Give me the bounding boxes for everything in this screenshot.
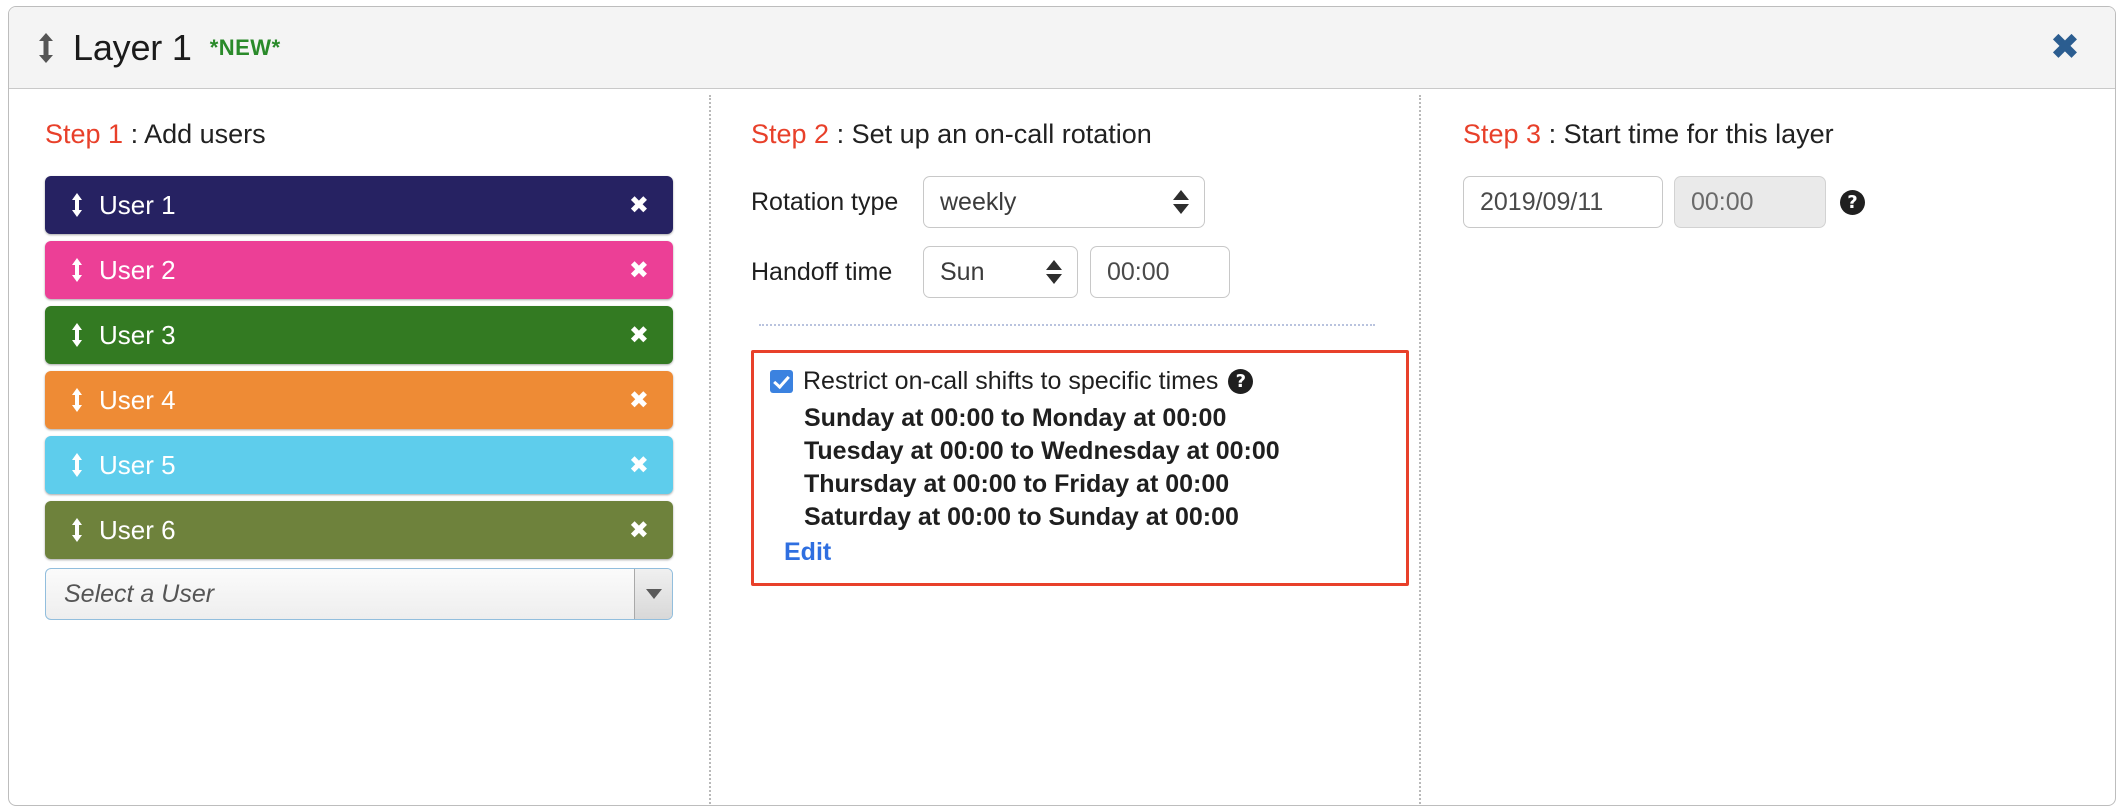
step3-number: Step 3	[1463, 119, 1542, 149]
drag-handle-icon[interactable]	[69, 452, 85, 478]
layer-new-badge: *NEW*	[209, 34, 281, 60]
rotation-type-select[interactable]: weekly	[923, 176, 1205, 228]
layer-title: Layer 1	[73, 26, 192, 68]
step3-column: Step 3 : Start time for this layer ?	[1421, 89, 2115, 805]
step1-number: Step 1	[45, 119, 124, 149]
user-chip-label: User 4	[99, 384, 176, 415]
remove-user-icon[interactable]: ✖	[627, 189, 651, 221]
step1-separator: :	[123, 119, 145, 149]
step3-separator: :	[1541, 119, 1564, 149]
spinner-arrows-icon	[1046, 260, 1062, 284]
start-date-input[interactable]	[1463, 176, 1663, 228]
help-icon[interactable]: ?	[1840, 189, 1865, 215]
step3-heading: Step 3 : Start time for this layer	[1463, 119, 2079, 150]
edit-restrictions-link[interactable]: Edit	[784, 538, 831, 567]
user-chip[interactable]: User 5 ✖	[45, 436, 673, 494]
handoff-time-input[interactable]	[1090, 246, 1230, 298]
select-user-placeholder: Select a User	[64, 579, 215, 608]
restrict-shifts-header: Restrict on-call shifts to specific time…	[770, 367, 1388, 396]
remove-user-icon[interactable]: ✖	[627, 449, 651, 481]
user-chip[interactable]: User 6 ✖	[45, 501, 673, 559]
section-divider	[759, 324, 1375, 326]
handoff-time-row: Handoff time Sun	[751, 246, 1383, 298]
user-chip-label: User 6	[99, 514, 176, 545]
step2-column: Step 2 : Set up an on-call rotation Rota…	[711, 89, 1419, 805]
handoff-day-value: Sun	[940, 257, 985, 286]
layer-drag-handle-icon[interactable]	[35, 31, 57, 65]
drag-handle-icon[interactable]	[69, 257, 85, 283]
start-time-row: ?	[1463, 176, 2079, 228]
step1-heading: Step 1 : Add users	[45, 119, 673, 150]
drag-handle-icon[interactable]	[69, 322, 85, 348]
restriction-item: Saturday at 00:00 to Sunday at 00:00	[804, 503, 1239, 531]
select-user-dropdown[interactable]: Select a User	[45, 568, 673, 620]
remove-user-icon[interactable]: ✖	[627, 319, 651, 351]
user-chip[interactable]: User 3 ✖	[45, 306, 673, 364]
chevron-down-icon[interactable]	[634, 569, 672, 619]
restriction-item: Sunday at 00:00 to Monday at 00:00	[804, 404, 1227, 432]
user-list: User 1 ✖ User 2 ✖ User 3 ✖ User 4 ✖ User…	[45, 176, 673, 559]
remove-user-icon[interactable]: ✖	[627, 384, 651, 416]
drag-handle-icon[interactable]	[69, 192, 85, 218]
step2-heading: Step 2 : Set up an on-call rotation	[751, 119, 1383, 150]
user-chip-label: User 5	[99, 449, 176, 480]
rotation-type-value: weekly	[940, 187, 1017, 216]
step1-column: Step 1 : Add users User 1 ✖ User 2 ✖ Use…	[9, 89, 709, 805]
panel-body: Step 1 : Add users User 1 ✖ User 2 ✖ Use…	[9, 89, 2115, 805]
step2-number: Step 2	[751, 119, 830, 149]
user-chip[interactable]: User 2 ✖	[45, 241, 673, 299]
restrict-shifts-box: Restrict on-call shifts to specific time…	[751, 350, 1409, 586]
help-icon[interactable]: ?	[1228, 369, 1254, 394]
restriction-item: Tuesday at 00:00 to Wednesday at 00:00	[804, 437, 1280, 465]
start-time-input[interactable]	[1674, 176, 1826, 228]
step2-separator: :	[829, 119, 852, 149]
remove-user-icon[interactable]: ✖	[627, 514, 651, 546]
restrict-shifts-checkbox[interactable]	[770, 370, 793, 393]
remove-user-icon[interactable]: ✖	[627, 254, 651, 286]
user-chip-label: User 2	[99, 254, 176, 285]
restriction-list: Sunday at 00:00 to Monday at 00:00 Tuesd…	[804, 402, 1388, 534]
user-chip[interactable]: User 1 ✖	[45, 176, 673, 234]
layer-editor-panel: Layer 1 *NEW* ✖ Step 1 : Add users User …	[8, 6, 2116, 806]
user-chip-label: User 3	[99, 319, 176, 350]
step2-heading-text: Set up an on-call rotation	[851, 119, 1152, 149]
user-chip[interactable]: User 4 ✖	[45, 371, 673, 429]
spinner-arrows-icon	[1173, 190, 1189, 214]
step1-heading-text: Add users	[144, 119, 266, 149]
restriction-item: Thursday at 00:00 to Friday at 00:00	[804, 470, 1230, 498]
panel-header: Layer 1 *NEW* ✖	[9, 7, 2115, 89]
drag-handle-icon[interactable]	[69, 387, 85, 413]
user-chip-label: User 1	[99, 189, 176, 220]
restrict-shifts-label: Restrict on-call shifts to specific time…	[803, 367, 1219, 395]
step3-heading-text: Start time for this layer	[1563, 119, 1834, 149]
close-icon[interactable]: ✖	[2045, 28, 2085, 68]
rotation-type-label: Rotation type	[751, 187, 899, 216]
drag-handle-icon[interactable]	[69, 517, 85, 543]
handoff-time-label: Handoff time	[751, 257, 893, 286]
handoff-day-select[interactable]: Sun	[923, 246, 1078, 298]
rotation-type-row: Rotation type weekly	[751, 176, 1383, 228]
